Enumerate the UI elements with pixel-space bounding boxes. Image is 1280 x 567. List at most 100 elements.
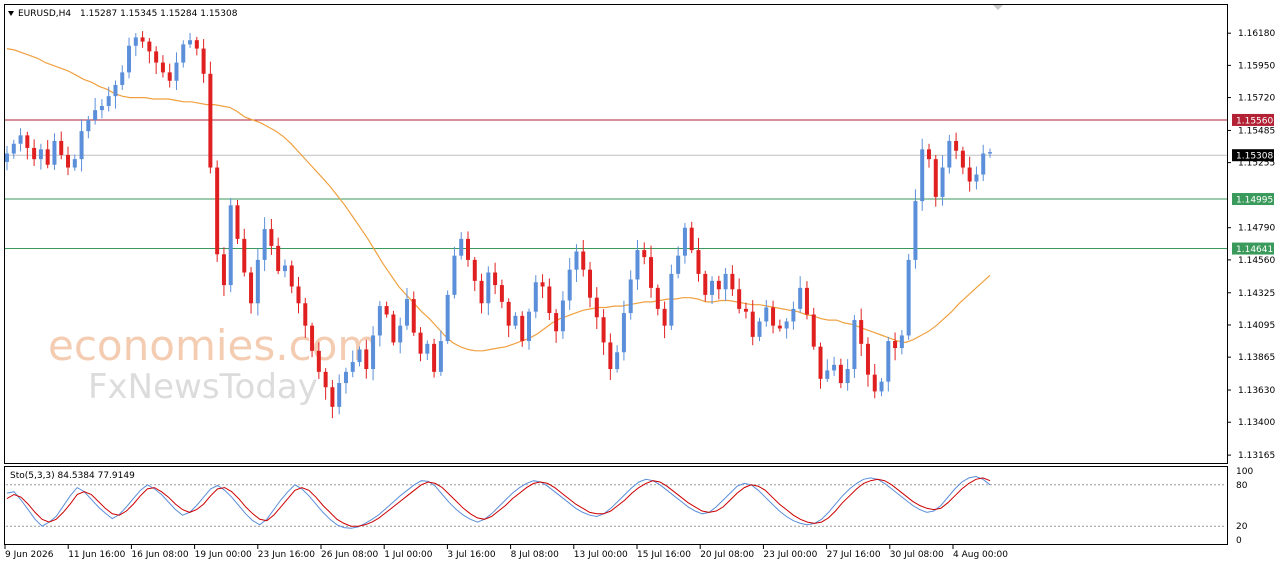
candle-body (933, 159, 938, 197)
candle-body (777, 325, 782, 329)
candle-body (147, 41, 152, 52)
candle-body (757, 321, 762, 337)
x-tick-label: 19 Jun 00:00 (195, 550, 252, 560)
candle-body (859, 320, 864, 344)
candle-body (52, 140, 57, 165)
x-tick-label: 8 Jul 08:00 (511, 550, 560, 560)
candle-body (710, 280, 715, 295)
price-level-badge-label: 1.14641 (1236, 245, 1273, 255)
stochastic-label: Sto(5,3,3) 84.5384 77.9149 (10, 471, 135, 481)
candle-body (160, 62, 165, 73)
candle-body (38, 149, 43, 160)
candle-body (255, 259, 260, 304)
candle-body (825, 370, 830, 379)
candle-body (818, 346, 823, 379)
candle-body (323, 371, 328, 388)
candle-body (784, 321, 789, 329)
symbol-label: EURUSD,H4 (18, 9, 71, 19)
candle-body (154, 51, 159, 63)
candle-body (913, 201, 918, 260)
candle-body (920, 149, 925, 202)
candle-body (377, 306, 382, 336)
candle-body (954, 140, 959, 151)
candle-body (567, 269, 572, 301)
candle-body (350, 362, 355, 372)
candle-body (79, 131, 84, 160)
x-tick-label: 4 Aug 00:00 (953, 550, 1008, 560)
candle-body (669, 273, 674, 326)
candle-body (201, 48, 206, 74)
x-tick-label: 27 Jul 16:00 (827, 550, 881, 560)
candle-body (547, 286, 552, 314)
candle-body (615, 352, 620, 370)
candle-body (764, 307, 769, 322)
candle-body (11, 143, 16, 154)
candle-body (120, 72, 125, 85)
stochastic-y-tick-label: 100 (1236, 467, 1253, 477)
candle-body (832, 364, 837, 371)
x-tick-label: 13 Jul 00:00 (574, 550, 628, 560)
candle-body (974, 174, 979, 182)
candle-body (852, 320, 857, 370)
candle-body (581, 251, 586, 270)
candle-body (127, 45, 132, 73)
y-tick-label: 1.13630 (1238, 386, 1275, 396)
candle-body (574, 251, 579, 270)
candle-body (337, 383, 342, 407)
chart-canvas: EURUSD,H4 1.15287 1.15345 1.15284 1.1530… (4, 4, 1275, 560)
candle-body (588, 269, 593, 298)
svg-text:FxNewsToday: FxNewsToday (88, 367, 318, 407)
candle-body (221, 254, 226, 286)
candle-body (398, 325, 403, 343)
candle-body (228, 205, 233, 286)
candle-body (988, 152, 992, 154)
candle-body (269, 229, 274, 246)
candle-body (893, 341, 898, 349)
candle-body (926, 149, 931, 160)
candle-body (628, 279, 633, 314)
y-tick-label: 1.15485 (1238, 126, 1275, 136)
y-tick-label: 1.13400 (1238, 418, 1275, 428)
candle-body (594, 297, 599, 318)
x-tick-label: 26 Jun 08:00 (321, 550, 378, 560)
candle-body (425, 343, 430, 354)
candle-body (371, 335, 376, 370)
candle-body (947, 140, 952, 168)
candle-body (621, 313, 626, 353)
candle-body (445, 294, 450, 342)
candle-body (276, 245, 281, 272)
candle-body (188, 40, 193, 45)
candle-body (608, 342, 613, 370)
candle-body (682, 227, 687, 256)
x-tick-label: 30 Jul 08:00 (890, 550, 944, 560)
candle-body (750, 311, 755, 337)
candle-body (520, 315, 525, 342)
candle-body (384, 306, 389, 315)
candle-body (262, 229, 267, 260)
candle-body (533, 282, 538, 312)
candle-body (716, 280, 721, 290)
candle-body (289, 265, 294, 287)
candle-body (940, 167, 945, 197)
x-tick-label: 9 Jun 2026 (5, 550, 54, 560)
candle-body (106, 96, 111, 106)
y-tick-label: 1.15950 (1238, 61, 1275, 71)
candle-body (737, 289, 742, 309)
candle-body (886, 341, 891, 382)
candle-body (554, 313, 559, 332)
candle-body (404, 299, 409, 326)
candle-body (906, 259, 911, 336)
x-tick-label: 11 Jun 16:00 (68, 550, 125, 560)
candle-body (59, 140, 64, 155)
candle-body (296, 286, 301, 304)
candle-body (357, 349, 362, 363)
candle-body (506, 301, 511, 326)
candle-body (418, 332, 423, 354)
candle-body (838, 364, 843, 384)
candle-body (642, 250, 647, 258)
candle-body (72, 159, 77, 168)
x-tick-label: 15 Jul 16:00 (637, 550, 691, 560)
y-tick-label: 1.14560 (1238, 256, 1275, 266)
candle-body (18, 135, 23, 144)
candle-body (364, 349, 369, 370)
